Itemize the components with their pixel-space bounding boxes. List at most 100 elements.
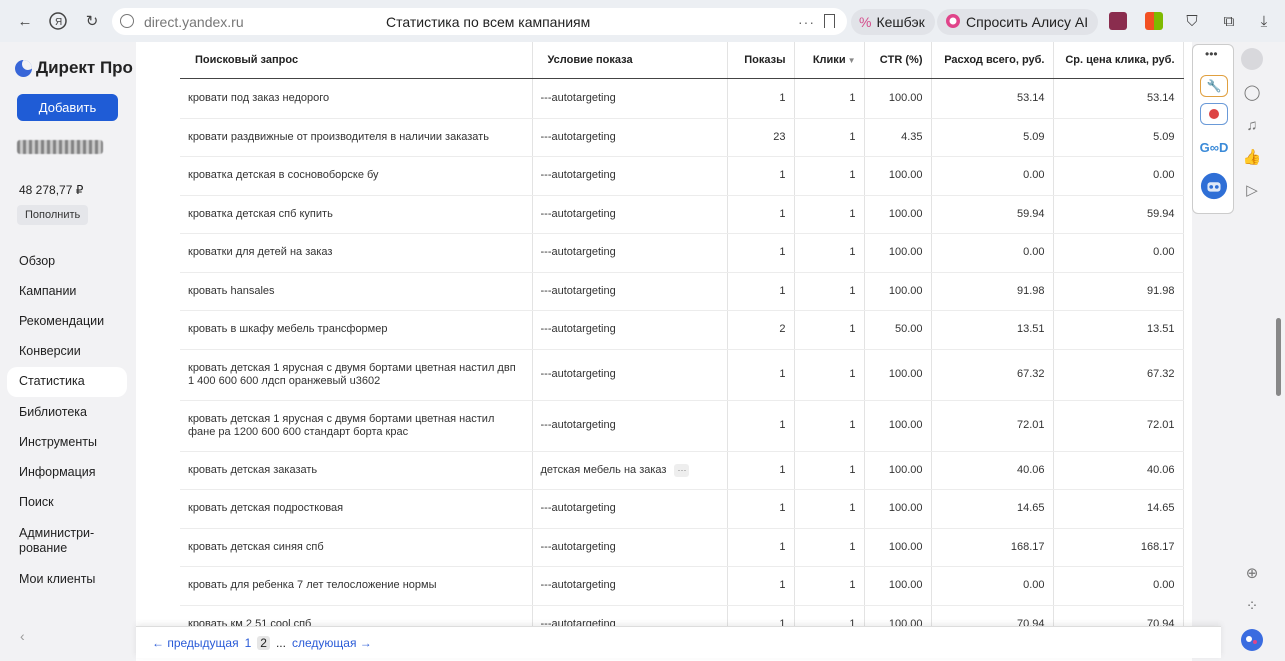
cell-condition: ---autotargeting xyxy=(532,272,728,311)
cell-impressions: 2 xyxy=(727,310,795,350)
back-icon[interactable]: ← xyxy=(15,11,35,31)
cell-query-text: кровать hansales xyxy=(188,284,275,297)
url-text: direct.yandex.ru xyxy=(144,13,244,30)
extension-badge-icon[interactable] xyxy=(1200,103,1228,125)
table-row[interactable]: кровать детская синяя спб ---autotargetin… xyxy=(180,528,1184,567)
cell-query: кровать детская 1 ярусная с двумя бортам… xyxy=(180,349,533,401)
column-header-ctr[interactable]: CTR (%) xyxy=(864,42,932,79)
table-row[interactable]: кровать hansales ---autotargeting 1 1 100.00… xyxy=(180,272,1184,311)
table-row[interactable]: кровать детская подростковая ---autotarge… xyxy=(180,489,1184,529)
more-icon[interactable]: ··· xyxy=(798,14,815,30)
office-extension-icon[interactable] xyxy=(1145,12,1163,30)
table-row[interactable]: кровать детская 1 ярусная с двумя бортам… xyxy=(180,400,1184,452)
cell-condition-text: ---autotargeting xyxy=(540,91,616,104)
column-header-impressions[interactable]: Показы xyxy=(727,42,795,79)
prev-page-link[interactable]: ← предыдущая xyxy=(152,636,239,650)
apps-grid-icon[interactable]: ⁘ xyxy=(1242,596,1262,616)
nav-item-tools[interactable]: Инструменты xyxy=(7,427,127,457)
cell-condition: ---autotargeting xyxy=(532,566,728,606)
cell-condition-text: ---autotargeting xyxy=(540,207,616,220)
cell-query: кровати раздвижные от производителя в на… xyxy=(180,118,533,157)
cell-clicks-text: 1 xyxy=(849,207,856,220)
table-row[interactable]: кровать в шкафу мебель трансформер ---aut… xyxy=(180,310,1184,350)
cell-ctr: 4.35 xyxy=(864,118,932,157)
table-row[interactable]: кроватка детская в сосновоборске бу ---au… xyxy=(180,156,1184,196)
cell-cpc: 0.00 xyxy=(1053,156,1184,196)
topup-button[interactable]: Пополнить xyxy=(17,205,89,225)
table-row[interactable]: кровати под заказ недорого ---autotargeti… xyxy=(180,78,1184,119)
add-button[interactable]: Добавить xyxy=(17,94,118,121)
account-name-blurred[interactable] xyxy=(17,140,103,154)
column-header-cost[interactable]: Расход всего, руб. xyxy=(931,42,1054,79)
panel-more-icon[interactable]: ••• xyxy=(1205,47,1218,61)
cell-impressions: 1 xyxy=(727,272,795,311)
table-row[interactable]: кровать для ребенка 7 лет телосложение н… xyxy=(180,566,1184,606)
cell-ctr-text: 100.00 xyxy=(888,207,923,220)
next-page-link[interactable]: следующая → xyxy=(292,636,372,650)
cell-clicks: 1 xyxy=(794,195,865,234)
cell-condition: ---autotargeting xyxy=(532,233,728,273)
cashback-button[interactable]: % Кешбэк xyxy=(851,9,935,35)
page-1-link[interactable]: 1 xyxy=(245,636,252,650)
cell-impressions-text: 1 xyxy=(779,169,786,182)
shield-icon[interactable]: ⛉ xyxy=(1182,11,1202,31)
wildberries-extension-icon[interactable] xyxy=(1109,12,1127,30)
nav-item-statistics[interactable]: Статистика xyxy=(7,366,127,397)
robot-extension-icon[interactable] xyxy=(1200,170,1228,202)
alice-assistant-icon[interactable] xyxy=(1240,628,1264,652)
good-extension-icon[interactable]: G∞D xyxy=(1200,136,1229,158)
sort-desc-icon[interactable]: ▼ xyxy=(848,56,856,65)
address-bar[interactable]: direct.yandex.ru Статистика по всем камп… xyxy=(112,8,847,35)
nav-item-search[interactable]: Поиск xyxy=(7,488,127,518)
statistics-report: Поисковый запрос Условие показа Показы К… xyxy=(136,42,1192,661)
translate-icon[interactable]: ⧉ xyxy=(1219,11,1239,31)
direct-pro-logo[interactable]: Директ Про xyxy=(15,58,133,78)
cell-condition-text: ---autotargeting xyxy=(540,540,616,553)
site-info-icon[interactable] xyxy=(120,14,134,28)
cell-cpc-text: 67.32 xyxy=(1146,368,1175,380)
condition-more-button[interactable]: ··· xyxy=(674,463,690,477)
wrench-icon[interactable]: 🔧 xyxy=(1200,75,1228,97)
nav-item-campaigns[interactable]: Кампании xyxy=(7,276,127,306)
table-row[interactable]: кровать детская заказать детская мебель н… xyxy=(180,451,1184,490)
cell-impressions: 23 xyxy=(727,118,795,157)
cell-ctr: 100.00 xyxy=(864,233,932,273)
table-row[interactable]: кровати раздвижные от производителя в на… xyxy=(180,118,1184,157)
cell-query-text: кровати раздвижные от производителя в на… xyxy=(188,130,489,143)
cell-clicks-text: 1 xyxy=(849,323,856,336)
page-scrollbar[interactable] xyxy=(1276,318,1281,396)
nav-item-conversions[interactable]: Конверсии xyxy=(7,337,127,367)
column-header-query[interactable]: Поисковый запрос xyxy=(180,42,533,79)
cell-cpc: 67.32 xyxy=(1053,349,1184,401)
cell-clicks-text: 1 xyxy=(849,579,856,592)
yandex-browser-icon[interactable]: Я xyxy=(48,11,68,31)
nav-item-my-clients[interactable]: Мои клиенты xyxy=(7,565,127,595)
nav-item-library[interactable]: Библиотека xyxy=(7,397,127,427)
column-header-cpc[interactable]: Ср. цена клика, руб. xyxy=(1053,42,1184,79)
globe-icon[interactable]: ⊕ xyxy=(1242,563,1262,583)
cell-clicks: 1 xyxy=(794,349,865,401)
collapse-sidebar-icon[interactable]: ‹ xyxy=(20,628,25,644)
table-row[interactable]: кроватки для детей на заказ ---autotarget… xyxy=(180,233,1184,273)
like-icon[interactable]: 👍 xyxy=(1242,147,1262,167)
reload-icon[interactable]: ↻ xyxy=(82,11,102,31)
nav-item-administration[interactable]: Администри-рование xyxy=(7,518,107,565)
column-header-condition[interactable]: Условие показа xyxy=(532,42,728,79)
messages-icon[interactable]: ◯ xyxy=(1242,82,1262,102)
column-header-clicks[interactable]: Клики ▼ xyxy=(794,42,865,79)
nav-item-recommendations[interactable]: Рекомендации xyxy=(7,306,127,336)
table-row[interactable]: кровать детская 1 ярусная с двумя бортам… xyxy=(180,349,1184,401)
clicks-header-label: Клики xyxy=(812,53,846,66)
nav-item-information[interactable]: Информация xyxy=(7,457,127,487)
profile-avatar-icon[interactable] xyxy=(1241,48,1263,70)
bookmark-icon[interactable] xyxy=(824,14,835,28)
cell-impressions: 1 xyxy=(727,489,795,529)
nav-item-overview[interactable]: Обзор xyxy=(7,246,127,276)
cell-clicks-text: 1 xyxy=(849,169,856,182)
table-row[interactable]: кроватка детская спб купить ---autotarget… xyxy=(180,195,1184,234)
notifications-icon[interactable]: ♫ xyxy=(1242,115,1262,135)
play-icon[interactable]: ▷ xyxy=(1242,180,1262,200)
cell-clicks: 1 xyxy=(794,400,865,452)
download-icon[interactable]: ⤓ xyxy=(1254,11,1274,31)
ask-alice-button[interactable]: Спросить Алису AI xyxy=(937,9,1099,35)
